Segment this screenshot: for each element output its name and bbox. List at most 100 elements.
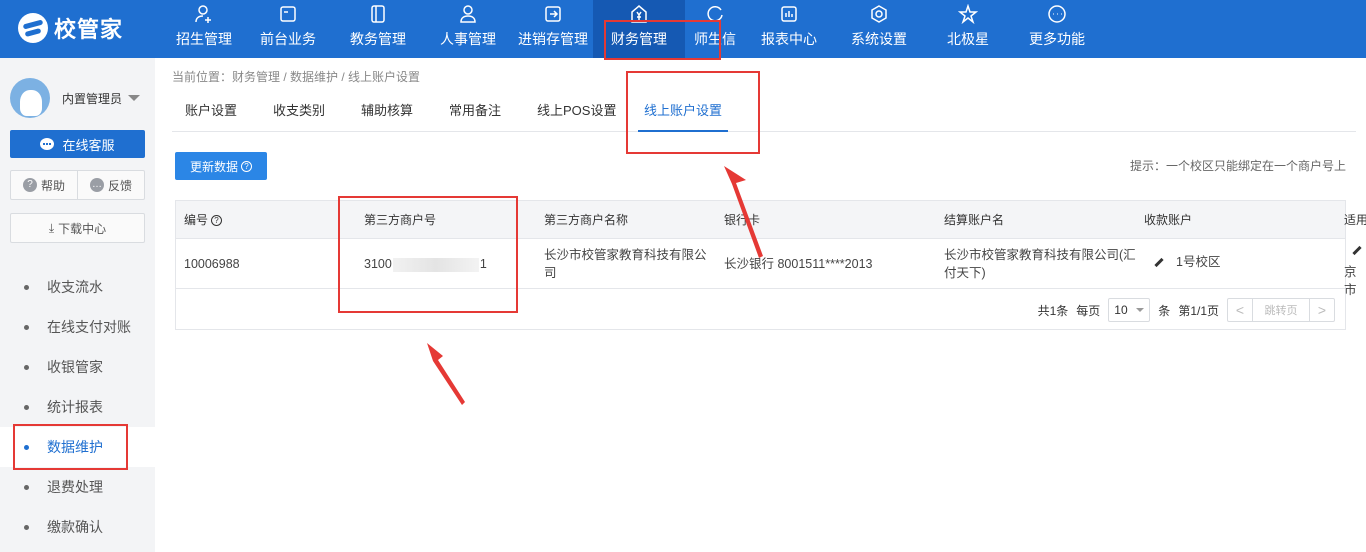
online-service-button[interactable]: 在线客服 [10, 130, 145, 158]
cell-apply: 京市 [1344, 241, 1362, 299]
main-nav: 招生管理 前台业务 教务管理 人事管理 进销存管理 财务管理 师生信 报表中心 [165, 0, 1103, 58]
settle-name-line: 付天下) [944, 266, 986, 280]
arrow-up-to-merchant [427, 343, 465, 405]
help-icon: ? [22, 178, 37, 192]
bullet-icon [24, 484, 29, 490]
book-icon [368, 4, 388, 24]
column-header-label: 编号 [184, 213, 209, 227]
tab-income-categories[interactable]: 收支类别 [273, 94, 325, 132]
help-icon: ? [211, 214, 223, 226]
help-button[interactable]: ? 帮助 [11, 171, 77, 199]
chevron-down-icon [1136, 308, 1145, 312]
tab-online-pos[interactable]: 线上POS设置 [537, 94, 616, 132]
edit-icon[interactable] [1154, 258, 1164, 268]
next-page-button[interactable]: > [1310, 299, 1334, 321]
merchant-no-prefix: 3100 [364, 257, 392, 271]
menu-label: 数据维护 [47, 439, 103, 455]
menu-label: 缴款确认 [47, 519, 103, 535]
merchant-name-line: 长沙市校管家教育科技有限公 [544, 248, 707, 262]
sidebar: 内置管理员 在线客服 ? 帮助 … 反馈 ⤓ 下载中心 收支流水 在线支付对账 … [0, 58, 155, 552]
bullet-icon [24, 404, 29, 410]
help-label: 帮助 [40, 178, 65, 193]
nav-item-academic[interactable]: 教务管理 [333, 0, 423, 58]
user-menu[interactable]: 内置管理员 [10, 78, 141, 118]
column-header-merchant-no: 第三方商户号 [364, 213, 437, 227]
menu-item-cashflow[interactable]: 收支流水 [0, 267, 155, 307]
bullet-icon [24, 524, 29, 530]
menu-item-online-reconcile[interactable]: 在线支付对账 [0, 307, 155, 347]
nav-label: 系统设置 [851, 31, 907, 47]
feedback-button[interactable]: … 反馈 [77, 171, 144, 199]
edit-icon[interactable] [1352, 246, 1362, 256]
breadcrumb: 当前位置：财务管理 / 数据维护 / 线上账户设置 [172, 70, 421, 84]
top-nav-bar: 校管家 招生管理 前台业务 教务管理 人事管理 进销存管理 财务管理 师生信 报… [0, 0, 1366, 58]
table-header: 编号? 第三方商户号 第三方商户名称 银行卡 结算账户名 收款账户 适用 [176, 201, 1366, 239]
logo-icon [18, 13, 48, 43]
inventory-icon [543, 4, 563, 24]
pager-total: 共1条 [1037, 303, 1069, 318]
menu-item-stats[interactable]: 统计报表 [0, 387, 155, 427]
column-header-receive-account: 收款账户 [1144, 213, 1193, 227]
app-logo[interactable]: 校管家 [18, 12, 123, 44]
settle-name-line: 长沙市校管家教育科技有限公司(汇 [944, 248, 1136, 262]
pager-per-page-label: 每页 [1076, 303, 1101, 318]
cell-merchant-name: 长沙市校管家教育科技有限公司 [544, 246, 714, 282]
bullet-icon [24, 444, 29, 450]
apply-value: 京市 [1344, 265, 1357, 297]
help-feedback-group: ? 帮助 … 反馈 [10, 170, 145, 200]
table-row: 10006988 3100 1 长沙市校管家教育科技有限公司 长沙银行 80015… [176, 239, 1362, 297]
tab-auxiliary-accounting[interactable]: 辅助核算 [361, 94, 413, 132]
download-icon: ⤓ [48, 220, 55, 235]
nav-label: 招生管理 [176, 31, 232, 47]
merchant-no-suffix: 1 [479, 257, 487, 271]
nav-item-hr[interactable]: 人事管理 [423, 0, 513, 58]
menu-item-refund[interactable]: 退费处理 [0, 467, 155, 507]
nav-item-enrollment[interactable]: 招生管理 [165, 0, 243, 58]
tab-account-settings[interactable]: 账户设置 [185, 94, 237, 132]
refresh-data-button[interactable]: 更新数据 ? [175, 152, 267, 180]
person-icon [458, 4, 478, 24]
redacted-block [392, 257, 479, 272]
nav-label: 报表中心 [761, 31, 817, 47]
nav-item-inventory[interactable]: 进销存管理 [513, 0, 593, 58]
menu-item-data-maintenance[interactable]: 数据维护 [0, 427, 155, 467]
chevron-down-icon [128, 95, 141, 101]
tab-bar: 账户设置 收支类别 辅助核算 常用备注 线上POS设置 线上账户设置 [172, 94, 1356, 132]
nav-item-finance[interactable]: 财务管理 [593, 0, 685, 58]
prev-page-button[interactable]: < [1228, 299, 1252, 321]
cell-receive-account: 1号校区 [1154, 253, 1220, 271]
nav-item-more[interactable]: 更多功能 [1011, 0, 1103, 58]
nav-item-messages[interactable]: 师生信 [685, 0, 745, 58]
more-icon [1047, 4, 1067, 24]
bullet-icon [24, 324, 29, 330]
cell-id: 10006988 [184, 257, 240, 271]
menu-label: 收支流水 [47, 279, 103, 295]
nav-label: 更多功能 [1029, 31, 1085, 47]
menu-item-payment-confirm[interactable]: 缴款确认 [0, 507, 155, 547]
tab-common-notes[interactable]: 常用备注 [449, 94, 501, 132]
nav-item-reports[interactable]: 报表中心 [745, 0, 833, 58]
per-page-select[interactable]: 10 [1108, 298, 1151, 322]
menu-item-cashier[interactable]: 收银管家 [0, 347, 155, 387]
download-center-button[interactable]: ⤓ 下载中心 [10, 213, 145, 243]
column-header-id: 编号? [184, 201, 223, 239]
avatar [10, 78, 50, 118]
nav-label: 财务管理 [611, 31, 667, 47]
receive-account-value: 1号校区 [1176, 255, 1221, 269]
nav-item-settings[interactable]: 系统设置 [833, 0, 925, 58]
online-service-label: 在线客服 [62, 137, 115, 153]
bullet-icon [24, 284, 29, 290]
nav-label: 师生信 [694, 31, 736, 47]
pager-controls: < 跳转页 > [1227, 298, 1335, 322]
nav-label: 前台业务 [260, 31, 316, 47]
merchant-name-line: 司 [544, 266, 557, 280]
nav-item-frontdesk[interactable]: 前台业务 [243, 0, 333, 58]
cell-settle-name: 长沙市校管家教育科技有限公司(汇 付天下) [944, 246, 1139, 282]
tab-online-account[interactable]: 线上账户设置 [638, 94, 729, 132]
star-icon [958, 4, 978, 24]
help-icon: ? [241, 160, 252, 172]
jump-page-input[interactable]: 跳转页 [1252, 299, 1310, 321]
user-name: 内置管理员 [62, 91, 123, 106]
nav-item-polaris[interactable]: 北极星 [925, 0, 1011, 58]
menu-label: 退费处理 [47, 479, 103, 495]
